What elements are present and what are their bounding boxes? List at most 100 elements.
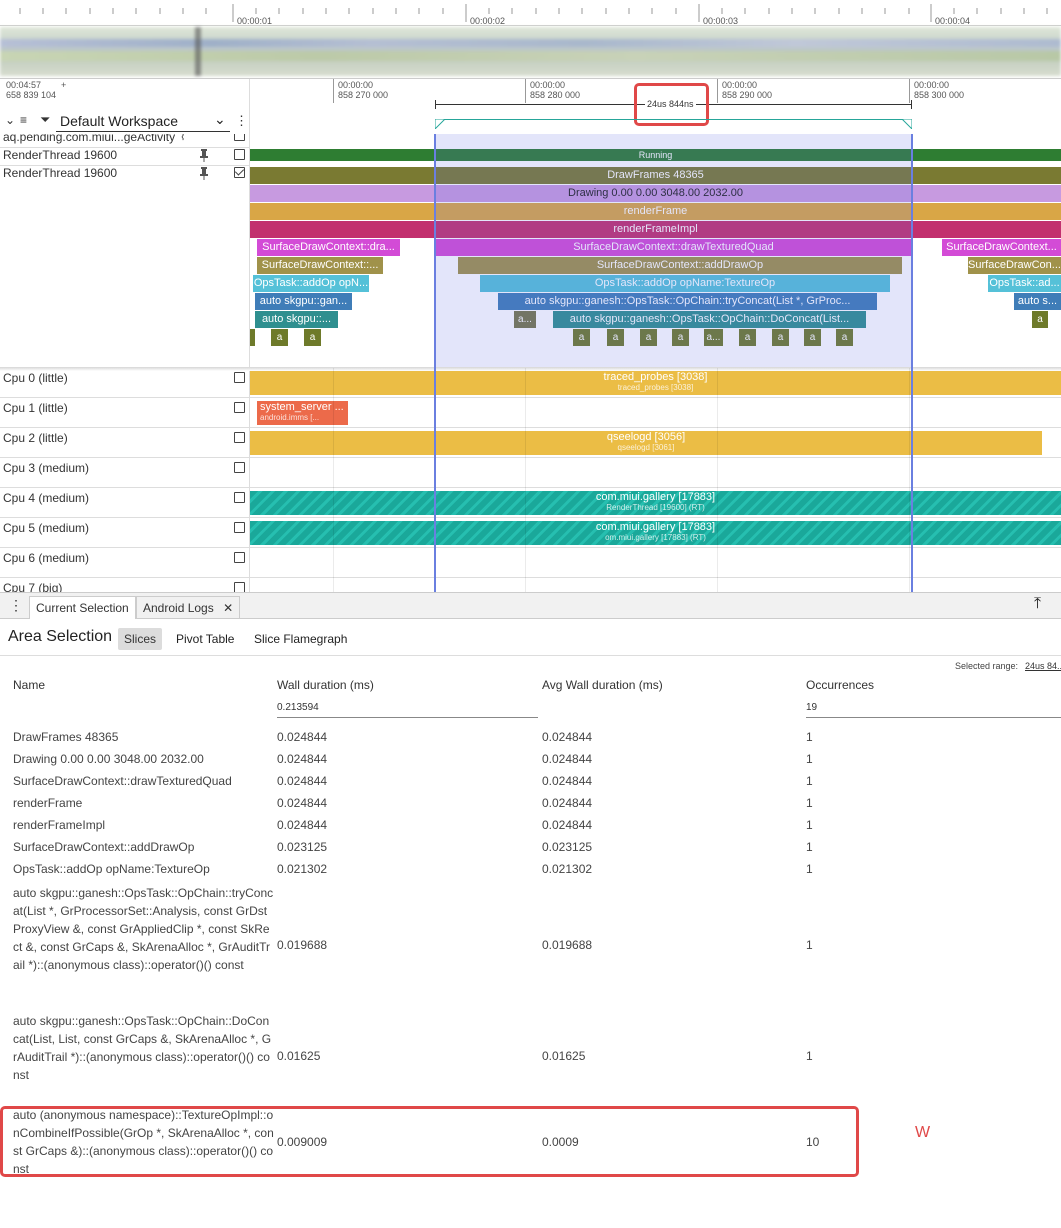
overview-ticks — [19, 4, 1048, 22]
cpu-checkbox[interactable] — [234, 372, 245, 383]
overview-heatmap[interactable] — [0, 27, 1061, 76]
table-row[interactable]: SurfaceDrawContext::drawTexturedQuad 0.0… — [0, 774, 1061, 796]
filter-icon[interactable]: ⏷ — [40, 112, 50, 128]
tab-current-selection-label: Current Selection — [36, 601, 129, 615]
table-row[interactable]: auto skgpu::ganesh::OpsTask::OpChain::Do… — [0, 1012, 1061, 1102]
cpu-row-5[interactable]: Cpu 5 (medium) com.miui.gallery [17883] o… — [0, 518, 1061, 548]
cpu-checkbox[interactable] — [234, 402, 245, 413]
slice-ops-left[interactable]: OpsTask::addOp opN... — [253, 275, 369, 292]
cpu-checkbox[interactable] — [234, 552, 245, 563]
cpu-row-6[interactable]: Cpu 6 (medium) — [0, 548, 1061, 578]
cpu-name: Cpu 0 (little) — [3, 371, 68, 385]
workspace-name[interactable]: Default Workspace — [60, 113, 178, 129]
timeline-tick-2-time: 00:00:00 — [530, 80, 566, 90]
area-selection-panel: Area Selection Slices Pivot Table Slice … — [0, 619, 1061, 1228]
track-name-renderthread-1: RenderThread 19600 — [3, 148, 118, 162]
slice-tiny[interactable] — [250, 329, 255, 346]
workspace-menu-icon[interactable]: ⋮ — [235, 113, 248, 129]
cpu-slice[interactable]: com.miui.gallery [17883] om.miui.gallery … — [250, 521, 1061, 545]
overview-tick-2: 00:00:02 — [470, 16, 506, 26]
cpu-row-3[interactable]: Cpu 3 (medium) — [0, 458, 1061, 488]
track-name-pending: aq.pending.com.miui...geActivity — [3, 134, 176, 144]
cpu-name: Cpu 1 (little) — [3, 401, 68, 415]
area-selection-left-edge[interactable] — [434, 134, 436, 592]
slice-a[interactable]: a — [271, 329, 288, 346]
column-header-avg[interactable]: Avg Wall duration (ms) — [542, 678, 663, 692]
tracks-area[interactable]: aq.pending.com.miui...geActivity ⌇ Rende… — [0, 134, 1061, 592]
slice-auto-right[interactable]: auto s... — [1014, 293, 1061, 310]
cpu-checkbox[interactable] — [234, 462, 245, 473]
cpu-slice[interactable]: com.miui.gallery [17883] RenderThread [19… — [250, 491, 1061, 515]
workspace-toolbar: ⌄ ≡ ⏷ Default Workspace ⌄ ⋮ — [0, 111, 249, 133]
column-header-occurrences[interactable]: Occurrences — [806, 678, 874, 692]
cpu-slice[interactable]: qseelogd [3056] qseelogd [3061] — [250, 431, 1042, 455]
cpu-name: Cpu 4 (medium) — [3, 491, 90, 505]
selected-range-value[interactable]: 24us 84... — [1025, 661, 1061, 671]
cpu-checkbox[interactable] — [234, 522, 245, 533]
slice-sdc-add-right[interactable]: SurfaceDrawCon... — [968, 257, 1061, 274]
annotation-box-row — [0, 1106, 859, 1177]
close-icon[interactable]: ✕ — [223, 601, 233, 615]
slice-a[interactable]: a — [304, 329, 321, 346]
slice-a[interactable]: a — [1032, 311, 1048, 328]
area-selection-overlay[interactable] — [435, 134, 912, 367]
timeline-tick-4-ns: 858 300 000 — [914, 90, 965, 100]
panel-menu-icon[interactable]: ⋮ — [9, 597, 23, 614]
timeline-header[interactable]: 00:04:57 + 658 839 104 00:00:00 858 270 … — [0, 78, 1061, 135]
slice-sdc-draw-left[interactable]: SurfaceDrawContext::dra... — [257, 239, 400, 256]
tab-android-logs[interactable]: Android Logs ✕ — [136, 596, 241, 619]
panel-tab-slices[interactable]: Slices — [118, 628, 163, 650]
tab-current-selection[interactable]: Current Selection — [29, 596, 136, 619]
overview-timeline[interactable]: 00:00:01 00:00:02 00:00:03 00:00:04 — [0, 0, 1061, 78]
timeline-tick-1-ns: 858 270 000 — [338, 90, 389, 100]
cpu-row-1[interactable]: Cpu 1 (little) system_server ... android.… — [0, 398, 1061, 428]
cpu-row-0[interactable]: Cpu 0 (little) traced_probes [3038] trace… — [0, 368, 1061, 398]
track-checkbox-renderthread-1[interactable] — [234, 149, 245, 160]
cpu-slice[interactable]: system_server ... android.imms [... — [257, 401, 348, 425]
cpu-name: Cpu 5 (medium) — [3, 521, 90, 535]
slice-auto-gan-left[interactable]: auto skgpu::gan... — [255, 293, 352, 310]
column-header-name[interactable]: Name — [13, 678, 45, 692]
table-row[interactable]: SurfaceDrawContext::addDrawOp 0.023125 0… — [0, 840, 1061, 862]
track-name-renderthread-2: RenderThread 19600 — [3, 166, 118, 180]
sort-icon[interactable]: ≡ — [20, 113, 27, 127]
cpu-slice[interactable]: traced_probes [3038] traced_probes [3038] — [250, 371, 1061, 395]
tab-android-logs-label: Android Logs — [143, 601, 214, 615]
cpu-row-2[interactable]: Cpu 2 (little) qseelogd [3056] qseelogd [… — [0, 428, 1061, 458]
track-checkbox-pending[interactable] — [234, 134, 245, 141]
slice-sdc-add-left[interactable]: SurfaceDrawContext::... — [257, 257, 383, 274]
table-row[interactable]: Drawing 0.00 0.00 3048.00 2032.00 0.0248… — [0, 752, 1061, 774]
table-row[interactable]: DrawFrames 48365 0.024844 0.024844 1 — [0, 730, 1061, 752]
cpu-name: Cpu 6 (medium) — [3, 551, 90, 565]
workspace-dropdown-icon[interactable]: ⌄ — [214, 111, 226, 128]
cpu-row-7[interactable]: Cpu 7 (big) — [0, 578, 1061, 592]
cpu-checkbox[interactable] — [234, 582, 245, 592]
selection-handle-right[interactable] — [902, 119, 912, 129]
track-checkbox-renderthread-2[interactable] — [234, 167, 245, 178]
chart-icon[interactable]: ⌇ — [180, 134, 185, 143]
cpu-checkbox[interactable] — [234, 492, 245, 503]
table-row[interactable]: renderFrameImpl 0.024844 0.024844 1 — [0, 818, 1061, 840]
panel-tab-pivot[interactable]: Pivot Table — [176, 632, 234, 646]
table-row[interactable]: OpsTask::addOp opName:TextureOp 0.021302… — [0, 862, 1061, 884]
slice-auto-left2[interactable]: auto skgpu::... — [255, 311, 338, 328]
column-header-wall[interactable]: Wall duration (ms) — [277, 678, 374, 692]
timeline-tick-4-time: 00:00:00 — [914, 80, 950, 90]
slice-ops-right[interactable]: OpsTask::ad... — [988, 275, 1061, 292]
pin-icon[interactable] — [199, 167, 209, 180]
cpu-name: Cpu 2 (little) — [3, 431, 68, 445]
cpu-row-4[interactable]: Cpu 4 (medium) com.miui.gallery [17883] R… — [0, 488, 1061, 518]
table-row[interactable]: renderFrame 0.024844 0.024844 1 — [0, 796, 1061, 818]
area-selection-right-edge[interactable] — [911, 134, 913, 592]
timeline-offset-time: 00:04:57 — [6, 80, 42, 90]
timeline-tick-1-time: 00:00:00 — [338, 80, 374, 90]
collapse-all-icon[interactable]: ⌄ — [5, 113, 15, 127]
cpu-checkbox[interactable] — [234, 432, 245, 443]
slice-sdc-draw-right[interactable]: SurfaceDrawContext... — [942, 239, 1061, 256]
selection-handle-left[interactable] — [435, 119, 445, 129]
maximize-panel-icon[interactable]: ⤒ — [1034, 595, 1041, 613]
table-row[interactable]: auto skgpu::ganesh::OpsTask::OpChain::tr… — [0, 884, 1061, 1010]
annotation-letter: W — [915, 1124, 931, 1141]
pin-icon[interactable] — [199, 149, 209, 162]
panel-tab-flamegraph[interactable]: Slice Flamegraph — [254, 632, 347, 646]
